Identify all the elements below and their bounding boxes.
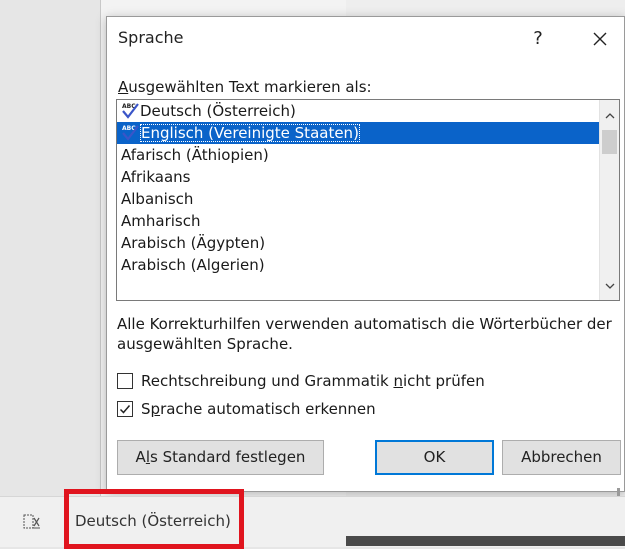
language-list-item[interactable]: Arabisch (Algerien) [117, 254, 601, 276]
chevron-down-icon [605, 283, 614, 289]
language-listbox[interactable]: ABC Deutsch (Österreich) ABC Englisch (Vere… [116, 99, 620, 301]
language-list-item-label: Arabisch (Algerien) [121, 256, 265, 274]
dialog-title: Sprache [118, 28, 184, 47]
info-text: Alle Korrekturhilfen verwenden automatis… [117, 315, 612, 353]
language-list-item-label: Deutsch (Österreich) [140, 102, 296, 120]
language-list-item[interactable]: Amharisch [117, 210, 601, 232]
close-icon [593, 32, 607, 46]
cancel-button[interactable]: Abbrechen [502, 440, 621, 475]
auto-detect-label-pre: S [141, 400, 151, 418]
language-list-item-label: Englisch (Vereinigte Staaten) [140, 124, 360, 142]
language-list-item[interactable]: Afrikaans [117, 166, 601, 188]
list-label-text: usgewählten Text markieren als: [128, 78, 372, 96]
highlight-box [64, 489, 244, 549]
spellcheck-icon: ABC [122, 103, 139, 119]
no-proofing-label-pre: Rechtschreibung und Grammatik [141, 372, 394, 390]
spellcheck-icon: ABC [122, 125, 139, 141]
language-list-item-label: Albanisch [121, 190, 194, 208]
language-list-item-label: Amharisch [121, 212, 201, 230]
list-label: Ausgewählten Text markieren als: [118, 78, 372, 96]
no-proofing-checkbox-row[interactable]: Rechtschreibung und Grammatik nicht prüf… [117, 371, 485, 391]
set-default-button[interactable]: Als Standard festlegen [117, 440, 324, 475]
page-edge [100, 0, 101, 496]
document-margin-left [0, 0, 100, 496]
scroll-thumb[interactable] [602, 130, 617, 154]
chevron-up-icon [605, 113, 614, 119]
auto-detect-label-post: rache automatisch erkennen [160, 400, 376, 418]
checkmark-icon [119, 405, 131, 414]
language-list-item-label: Afarisch (Äthiopien) [121, 146, 269, 164]
scroll-up-button[interactable] [600, 106, 619, 124]
help-button[interactable]: ? [523, 24, 553, 54]
language-list-item[interactable]: Arabisch (Ägypten) [117, 232, 601, 254]
set-default-label-post: s Standard festlegen [149, 448, 306, 466]
language-list-item[interactable]: ABC Deutsch (Österreich) [117, 100, 601, 122]
auto-detect-checkbox-row[interactable]: Sprache automatisch erkennen [117, 399, 376, 419]
scroll-down-button[interactable] [600, 276, 619, 294]
no-proofing-accesskey: n [393, 372, 403, 390]
auto-detect-checkbox[interactable] [117, 401, 133, 417]
ok-button[interactable]: OK [375, 440, 494, 475]
no-proofing-label-post: icht prüfen [402, 372, 485, 390]
language-list-item-label: Afrikaans [121, 168, 191, 186]
close-button[interactable] [583, 24, 617, 54]
language-list: ABC Deutsch (Österreich) ABC Englisch (Vere… [117, 100, 601, 276]
language-list-item[interactable]: Albanisch [117, 188, 601, 210]
language-list-item[interactable]: Afarisch (Äthiopien) [117, 144, 601, 166]
list-scrollbar[interactable] [599, 100, 619, 300]
auto-detect-accesskey: p [150, 400, 161, 418]
language-list-item[interactable]: ABC Englisch (Vereinigte Staaten) [117, 122, 601, 144]
spellcheck-language-icon[interactable] [23, 514, 40, 529]
set-default-label-pre: A [135, 448, 146, 466]
no-proofing-checkbox[interactable] [117, 373, 133, 389]
status-bar-dark-segment [346, 536, 625, 546]
language-list-item-label: Arabisch (Ägypten) [121, 234, 266, 252]
list-label-accesskey: A [118, 78, 129, 96]
